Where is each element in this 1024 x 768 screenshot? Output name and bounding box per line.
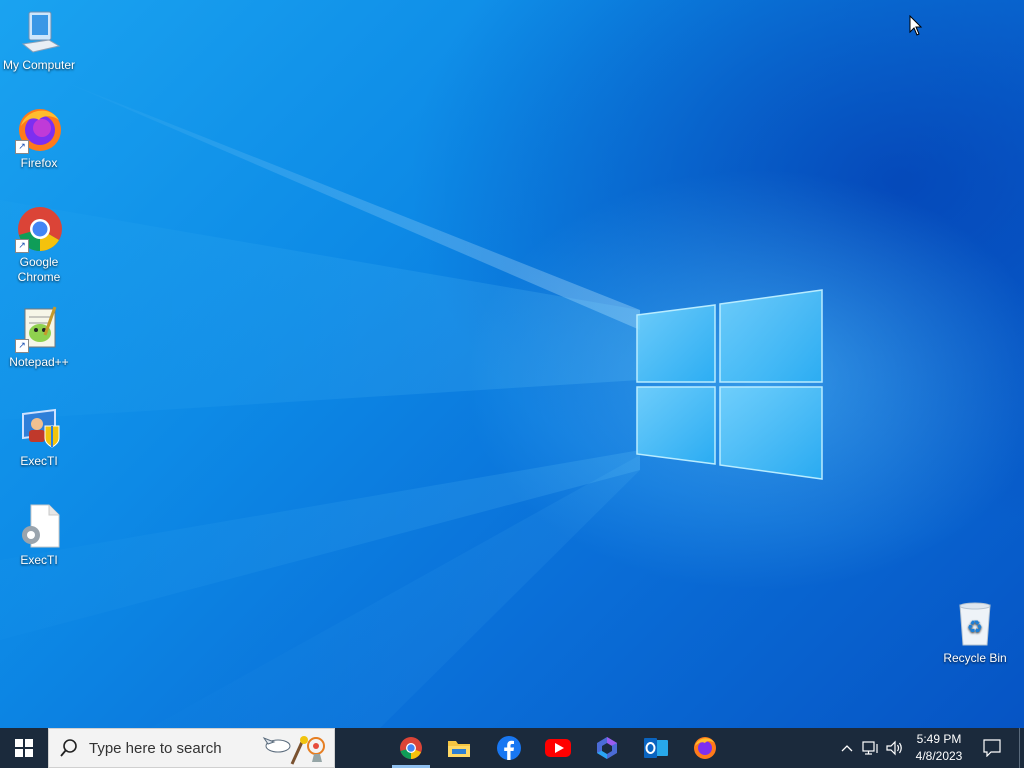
m365-icon [597, 737, 617, 759]
desktop-icon-label: Firefox [20, 156, 58, 170]
desktop-background: My Computer ↗ Firefox ↗ Google Chrome ↗ … [0, 0, 1024, 728]
folder-icon [448, 741, 470, 757]
execti-file-icon [15, 503, 63, 551]
desktop-icon-label: My Computer [2, 58, 76, 72]
firefox-icon: ↗ [15, 106, 63, 154]
youtube-icon [545, 739, 571, 757]
start-button[interactable] [0, 728, 48, 768]
search-input[interactable] [89, 739, 259, 757]
taskbar-app-file-explorer[interactable] [436, 728, 482, 768]
recycle-bin-icon: ♻ [951, 601, 999, 649]
windows-start-icon [15, 739, 33, 757]
network-icon [862, 741, 878, 755]
firefox-icon [694, 737, 716, 759]
desktop-icon-firefox[interactable]: ↗ Firefox [0, 106, 78, 171]
desktop-icon-label: Recycle Bin [943, 651, 1007, 665]
shortcut-arrow-icon: ↗ [15, 239, 29, 253]
show-hidden-icons-button[interactable] [838, 728, 856, 768]
desktop-icon-label: ExecTI [20, 454, 58, 468]
facebook-icon [497, 736, 521, 760]
desktop-icon-recycle-bin[interactable]: ♻ Recycle Bin [936, 601, 1014, 666]
computer-icon [15, 8, 63, 56]
clock-date: 4/8/2023 [915, 749, 963, 763]
taskbar-app-outlook[interactable] [633, 728, 679, 768]
taskbar: 5:49 PM 4/8/2023 [0, 728, 1024, 768]
desktop-icon-execti-admin[interactable]: ExecTI [0, 404, 78, 469]
taskbar-app-firefox[interactable] [682, 728, 728, 768]
shortcut-arrow-icon: ↗ [15, 140, 29, 154]
taskbar-app-microsoft365[interactable] [584, 728, 630, 768]
show-desktop-button[interactable] [1019, 728, 1024, 768]
taskbar-app-youtube[interactable] [535, 728, 581, 768]
notification-icon [983, 739, 1001, 757]
shortcut-arrow-icon: ↗ [15, 339, 29, 353]
desktop-icon-notepadpp[interactable]: ↗ Notepad++ [0, 305, 78, 370]
taskbar-app-chrome[interactable] [388, 728, 434, 768]
desktop-icon-my-computer[interactable]: My Computer [0, 8, 78, 73]
windows-logo-wallpaper [636, 289, 823, 480]
notepadpp-icon: ↗ [15, 305, 63, 353]
speaker-icon [886, 740, 902, 756]
desktop-icon-label: Google Chrome [17, 255, 61, 284]
desktop-icon-execti-file[interactable]: ExecTI [0, 503, 78, 568]
search-highlight-icon [262, 736, 325, 765]
action-center-button[interactable] [978, 728, 1006, 768]
desktop-icon-google-chrome[interactable]: ↗ Google Chrome [0, 205, 78, 285]
taskbar-app-facebook[interactable] [486, 728, 532, 768]
taskbar-clock[interactable]: 5:49 PM 4/8/2023 [905, 731, 973, 765]
chrome-icon: ↗ [15, 205, 63, 253]
desktop-icon-label: ExecTI [20, 553, 58, 567]
clock-time: 5:49 PM [916, 732, 962, 746]
mouse-cursor-icon [909, 15, 923, 36]
volume-button[interactable] [884, 728, 906, 768]
chevron-up-icon [841, 745, 853, 752]
desktop-icon-label: Notepad++ [9, 355, 69, 369]
chrome-icon [400, 737, 422, 759]
network-status-button[interactable] [860, 728, 882, 768]
svg-text:♻: ♻ [967, 617, 983, 638]
execti-admin-icon [15, 404, 63, 452]
outlook-icon [644, 738, 668, 758]
taskbar-search-box[interactable] [48, 728, 335, 768]
search-icon [49, 728, 89, 768]
